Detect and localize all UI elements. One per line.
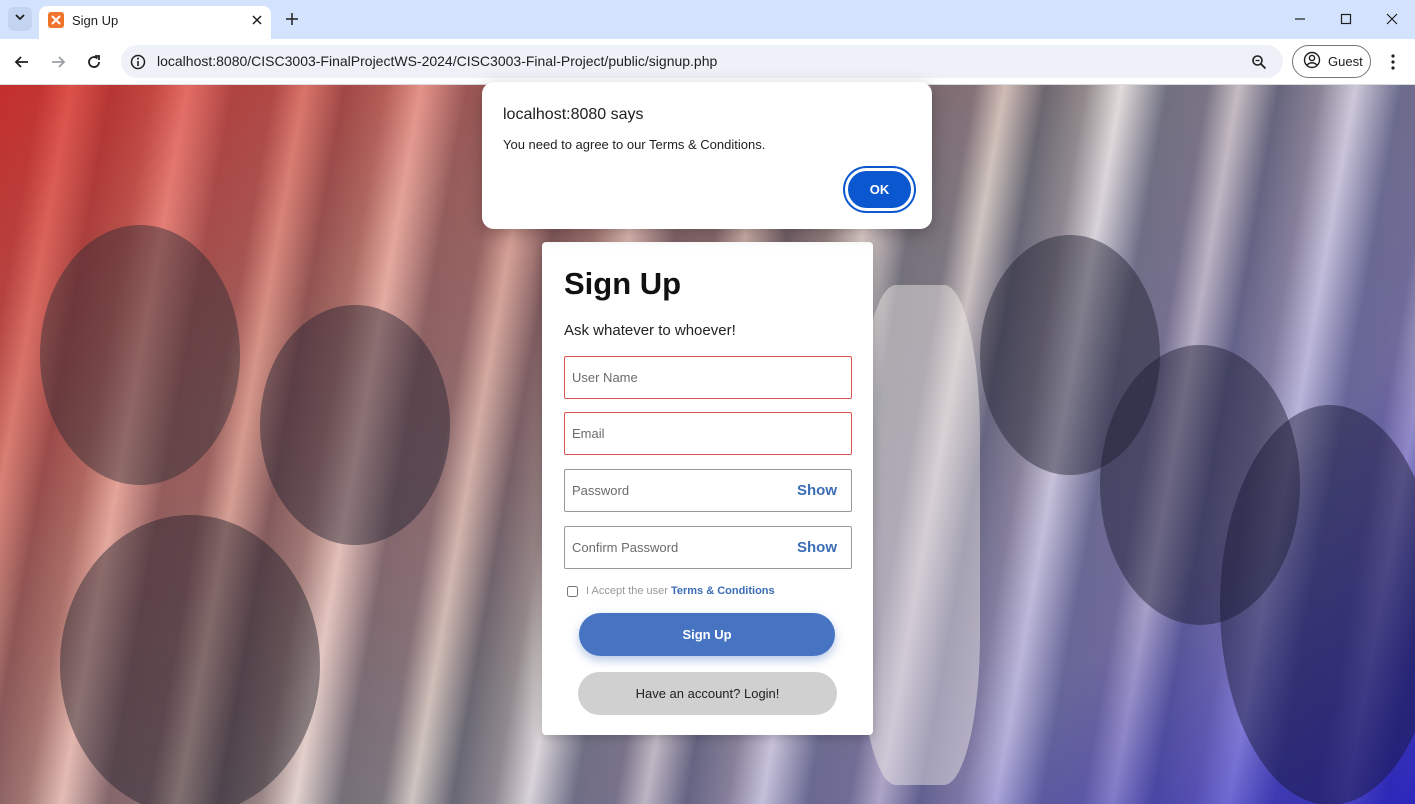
account-circle-icon (1303, 51, 1321, 72)
terms-link[interactable]: Terms & Conditions (671, 585, 775, 597)
dialog-title: localhost:8080 says (503, 106, 644, 123)
email-input[interactable] (572, 413, 787, 454)
reload-icon[interactable] (82, 50, 106, 74)
close-icon[interactable] (248, 11, 266, 29)
tab-bar: Sign Up (0, 0, 1415, 39)
background-table-shape (860, 285, 980, 785)
minimize-icon[interactable] (1288, 8, 1312, 30)
confirm-password-input[interactable] (572, 527, 787, 568)
address-bar[interactable]: localhost:8080/CISC3003-FinalProjectWS-2… (121, 45, 1283, 78)
profile-label: Guest (1328, 54, 1363, 69)
page-title: Sign Up (564, 266, 682, 301)
plus-icon[interactable] (281, 8, 303, 30)
ok-button[interactable]: OK (845, 168, 914, 211)
window-close-icon[interactable] (1380, 8, 1404, 30)
password-field: Show (564, 469, 852, 512)
username-field (564, 356, 852, 399)
background-person-shape (40, 225, 240, 485)
terms-row: I Accept the user Terms & Conditions (567, 585, 775, 597)
signup-card: Sign Up Ask whatever to whoever! Show Sh… (542, 242, 873, 735)
email-field (564, 412, 852, 455)
dialog-message: You need to agree to our Terms & Conditi… (503, 137, 766, 152)
zoom-icon[interactable] (1249, 52, 1269, 72)
show-confirm-password-button[interactable]: Show (797, 539, 837, 556)
confirm-password-field: Show (564, 526, 852, 569)
background-person-shape (60, 515, 320, 804)
username-input[interactable] (572, 357, 787, 398)
login-link-button[interactable]: Have an account? Login! (578, 672, 837, 715)
terms-checkbox[interactable] (567, 585, 578, 597)
back-arrow-icon[interactable] (10, 50, 34, 74)
browser-toolbar: localhost:8080/CISC3003-FinalProjectWS-2… (0, 39, 1415, 85)
password-input[interactable] (572, 470, 787, 511)
maximize-icon[interactable] (1334, 8, 1358, 30)
tab-signup[interactable]: Sign Up (39, 6, 271, 39)
more-vert-icon[interactable] (1382, 50, 1404, 74)
page-subtitle: Ask whatever to whoever! (564, 322, 736, 339)
tab-title: Sign Up (72, 13, 119, 28)
background-person-shape (260, 305, 450, 545)
forward-arrow-icon[interactable] (46, 50, 70, 74)
signup-button[interactable]: Sign Up (579, 613, 835, 656)
xampp-favicon-icon (48, 12, 64, 28)
url-text[interactable]: localhost:8080/CISC3003-FinalProjectWS-2… (157, 53, 717, 69)
profile-button[interactable]: Guest (1292, 45, 1371, 78)
tab-search-button[interactable] (8, 7, 32, 31)
alert-dialog: localhost:8080 says You need to agree to… (482, 82, 932, 229)
info-icon[interactable] (129, 53, 146, 70)
show-password-button[interactable]: Show (797, 482, 837, 499)
chevron-down-icon (14, 10, 26, 28)
terms-text: I Accept the user (586, 585, 668, 597)
